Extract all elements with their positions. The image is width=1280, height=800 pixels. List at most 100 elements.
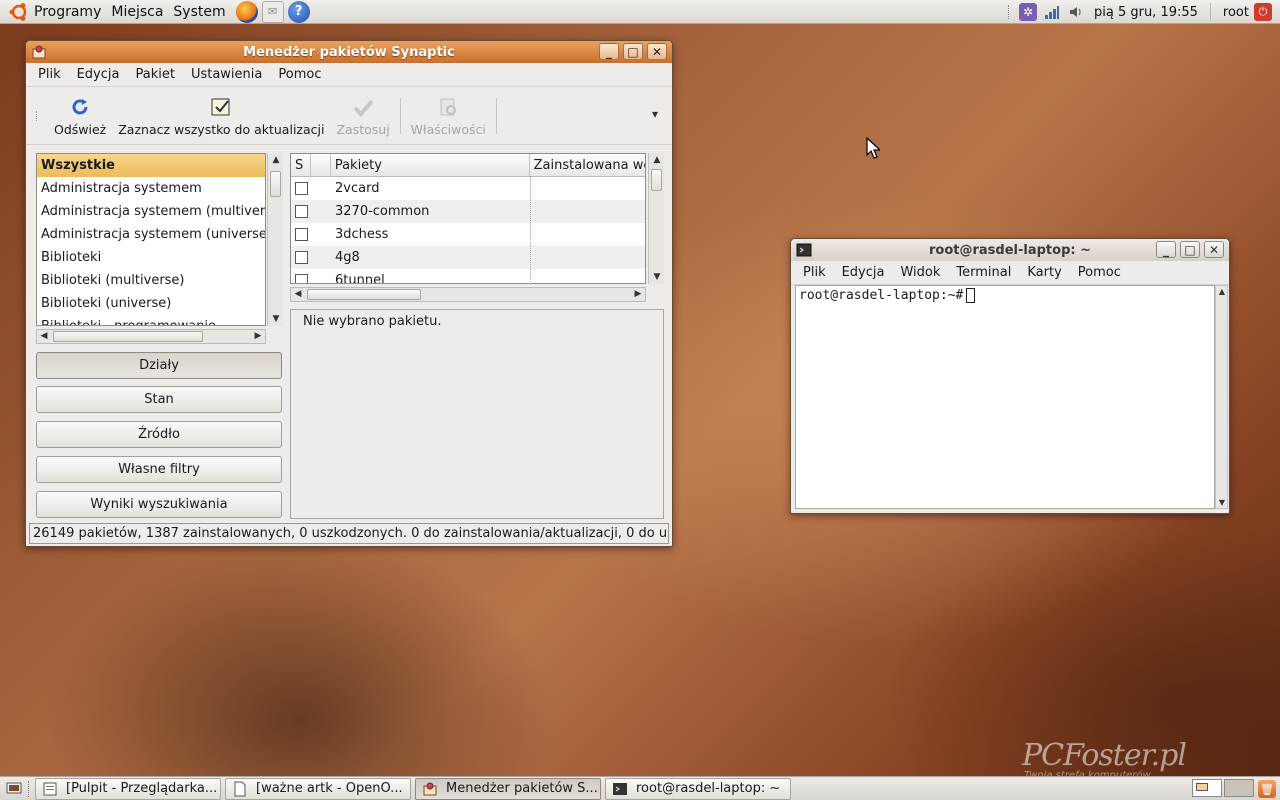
- terminal-titlebar[interactable]: root@rasdel-laptop: ~ _ □ ✕: [791, 239, 1229, 261]
- package-checkbox[interactable]: [295, 228, 308, 241]
- scroll-thumb[interactable]: [651, 169, 662, 191]
- ubuntu-logo-icon[interactable]: [8, 1, 30, 23]
- scroll-thumb[interactable]: [53, 331, 203, 342]
- synaptic-window: Menedżer pakietów Synaptic _ □ ✕ Plik Ed…: [25, 40, 673, 547]
- package-checkbox[interactable]: [295, 274, 308, 283]
- apply-button[interactable]: Zastosuj: [330, 95, 395, 137]
- scroll-thumb[interactable]: [270, 171, 281, 197]
- synaptic-app-icon[interactable]: [31, 44, 47, 60]
- table-row[interactable]: 2vcard: [291, 177, 645, 200]
- column-status[interactable]: S: [291, 154, 311, 176]
- refresh-button[interactable]: Odśwież: [48, 95, 112, 137]
- category-item[interactable]: Administracja systemem: [37, 177, 265, 200]
- package-details-pane: Nie wybrano pakietu.: [290, 309, 664, 519]
- search-results-button[interactable]: Wyniki wyszukiwania: [36, 491, 282, 518]
- scroll-up-arrow-icon[interactable]: ▲: [1215, 287, 1229, 296]
- menu-pomoc[interactable]: Pomoc: [1070, 265, 1129, 280]
- package-checkbox[interactable]: [295, 251, 308, 264]
- user-name[interactable]: root: [1217, 5, 1251, 20]
- column-support[interactable]: [311, 154, 331, 176]
- table-row[interactable]: 3dchess: [291, 223, 645, 246]
- menu-miejsca[interactable]: Miejsca: [109, 0, 171, 24]
- package-name: 2vcard: [335, 181, 380, 196]
- category-item[interactable]: Administracja systemem (multiverse): [37, 200, 265, 223]
- chevron-down-icon[interactable]: ▾: [652, 107, 658, 121]
- table-row[interactable]: 6tunnel: [291, 269, 645, 283]
- package-installed-version: [530, 200, 531, 223]
- clock[interactable]: pią 5 gru, 19:55: [1088, 5, 1204, 20]
- scroll-left-arrow-icon[interactable]: ◀: [291, 289, 305, 299]
- network-signal-icon[interactable]: [1043, 3, 1061, 21]
- package-checkbox[interactable]: [295, 205, 308, 218]
- close-button[interactable]: ✕: [1204, 241, 1224, 258]
- mail-icon[interactable]: ✉: [261, 0, 284, 23]
- maximize-button[interactable]: □: [1180, 241, 1200, 258]
- scroll-down-arrow-icon[interactable]: ▼: [269, 314, 283, 324]
- terminal-output[interactable]: root@rasdel-laptop:~#: [795, 285, 1215, 509]
- custom-filters-button[interactable]: Własne filtry: [36, 456, 282, 483]
- volume-icon[interactable]: [1067, 3, 1085, 21]
- filter-origin-button[interactable]: Źródło: [36, 421, 282, 448]
- menu-plik[interactable]: Plik: [795, 265, 834, 280]
- workspace-2[interactable]: [1224, 779, 1254, 797]
- category-item[interactable]: Wszystkie: [37, 154, 265, 177]
- category-hscrollbar[interactable]: ◀ ▶: [36, 329, 266, 344]
- firefox-icon[interactable]: [235, 0, 258, 23]
- menu-programy[interactable]: Programy: [32, 0, 109, 24]
- workspace-switcher[interactable]: [1192, 779, 1254, 797]
- scroll-up-arrow-icon[interactable]: ▲: [650, 155, 664, 165]
- category-vscrollbar[interactable]: ▲ ▼: [267, 153, 283, 326]
- menu-edycja[interactable]: Edycja: [834, 265, 893, 280]
- taskbar-item[interactable]: [Pulpit - Przeglądarka...: [35, 777, 221, 800]
- synaptic-titlebar[interactable]: Menedżer pakietów Synaptic _ □ ✕: [26, 41, 672, 63]
- maximize-button[interactable]: □: [623, 43, 643, 60]
- column-installed-version[interactable]: Zainstalowana wersja: [530, 154, 645, 176]
- package-hscrollbar[interactable]: ◀ ▶: [290, 287, 646, 302]
- minimize-button[interactable]: _: [1156, 241, 1176, 258]
- terminal-app-icon[interactable]: [796, 242, 812, 258]
- scroll-right-arrow-icon[interactable]: ▶: [631, 289, 645, 299]
- scroll-down-arrow-icon[interactable]: ▼: [650, 272, 664, 282]
- taskbar-item[interactable]: [ważne artk - OpenO...: [225, 777, 411, 800]
- package-vscrollbar[interactable]: ▲ ▼: [648, 153, 664, 284]
- filter-sections-button[interactable]: Działy: [36, 352, 282, 379]
- taskbar-item[interactable]: Menedżer pakietów S...: [415, 777, 601, 800]
- table-row[interactable]: 3270-common: [291, 200, 645, 223]
- menu-terminal[interactable]: Terminal: [948, 265, 1019, 280]
- category-item[interactable]: Biblioteki (multiverse): [37, 269, 265, 292]
- category-item[interactable]: Biblioteki (universe): [37, 292, 265, 315]
- table-row[interactable]: 4g8: [291, 246, 645, 269]
- terminal-vscrollbar[interactable]: ▲ ▼: [1215, 285, 1228, 509]
- trash-icon[interactable]: 🗑: [1258, 780, 1276, 798]
- power-icon[interactable]: ⏻: [1254, 3, 1272, 21]
- workspace-1[interactable]: [1192, 779, 1222, 797]
- menu-plik[interactable]: Plik: [30, 67, 69, 82]
- category-item[interactable]: Biblioteki: [37, 246, 265, 269]
- toolbar-grip[interactable]: [36, 110, 40, 121]
- menu-ustawienia[interactable]: Ustawienia: [183, 67, 270, 82]
- scroll-thumb[interactable]: [307, 289, 421, 300]
- close-button[interactable]: ✕: [647, 43, 667, 60]
- menu-karty[interactable]: Karty: [1019, 265, 1069, 280]
- category-item[interactable]: Administracja systemem (universe): [37, 223, 265, 246]
- column-packages[interactable]: Pakiety: [331, 154, 530, 176]
- show-desktop-icon[interactable]: [4, 780, 24, 798]
- category-item[interactable]: Biblioteki - programowanie: [37, 315, 265, 325]
- menu-edycja[interactable]: Edycja: [69, 67, 128, 82]
- menu-pakiet[interactable]: Pakiet: [127, 67, 182, 82]
- scroll-right-arrow-icon[interactable]: ▶: [251, 331, 265, 341]
- menu-system[interactable]: System: [171, 0, 233, 24]
- filter-status-button[interactable]: Stan: [36, 386, 282, 413]
- menu-pomoc[interactable]: Pomoc: [270, 67, 329, 82]
- package-checkbox[interactable]: [295, 182, 308, 195]
- help-icon[interactable]: ?: [287, 0, 310, 23]
- mark-all-upgrades-button[interactable]: Zaznacz wszystko do aktualizacji: [112, 95, 330, 137]
- scroll-up-arrow-icon[interactable]: ▲: [269, 155, 283, 165]
- taskbar-item[interactable]: root@rasdel-laptop: ~: [605, 777, 791, 800]
- minimize-button[interactable]: _: [599, 43, 619, 60]
- settings-applet-icon[interactable]: ✲: [1018, 3, 1037, 21]
- menu-widok[interactable]: Widok: [892, 265, 948, 280]
- scroll-down-arrow-icon[interactable]: ▼: [1215, 498, 1229, 507]
- properties-button[interactable]: Właściwości: [405, 95, 492, 137]
- scroll-left-arrow-icon[interactable]: ◀: [37, 331, 51, 341]
